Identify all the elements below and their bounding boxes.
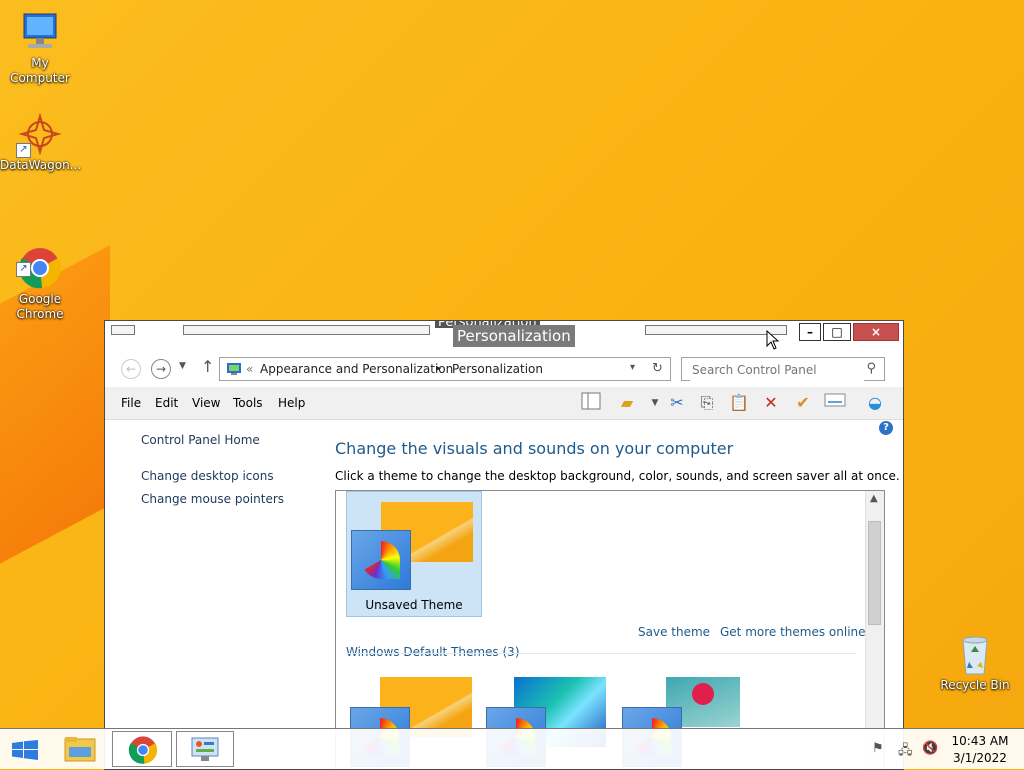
address-row: ← → ▼ ↑ « Appearance and Personalization…: [105, 351, 903, 387]
volume-muted-icon[interactable]: 🔇: [922, 741, 938, 756]
titlebar-ghost: [183, 325, 430, 335]
close-button[interactable]: ×: [853, 323, 899, 341]
file-explorer-icon: [64, 737, 96, 762]
layout-icon[interactable]: [579, 392, 603, 414]
search-box[interactable]: ⚲: [681, 357, 885, 381]
desktop-icon-datawagon[interactable]: ↗ DataWagon...: [0, 112, 82, 173]
desktop-icon-recycle-bin[interactable]: Recycle Bin: [935, 632, 1015, 693]
section-heading: Windows Default Themes (3): [346, 645, 520, 659]
page-heading: Change the visuals and sounds on your co…: [335, 439, 734, 458]
minimize-button[interactable]: –: [799, 323, 821, 341]
menu-edit[interactable]: Edit: [155, 396, 178, 410]
forward-button[interactable]: →: [151, 359, 171, 379]
desktop-icon-label: Recycle Bin: [940, 678, 1010, 692]
breadcrumb-separator-icon[interactable]: ▸: [436, 363, 441, 374]
address-bar[interactable]: « Appearance and Personalization ▸ Perso…: [219, 357, 671, 381]
folder-dropdown-icon[interactable]: ▼: [643, 392, 667, 414]
up-button[interactable]: ↑: [201, 357, 214, 376]
clock-time[interactable]: 10:43 AM: [948, 734, 1012, 748]
search-input[interactable]: [690, 359, 864, 381]
menu-file[interactable]: File: [121, 396, 141, 410]
menu-view[interactable]: View: [192, 396, 220, 410]
shortcut-arrow-icon: ↗: [16, 143, 31, 158]
color-palette-icon: [351, 530, 411, 590]
paste-icon[interactable]: 📋: [727, 392, 751, 414]
desktop-icon-label: DataWagon...: [0, 158, 82, 172]
theme-name: Unsaved Theme: [365, 598, 463, 612]
copy-icon[interactable]: ⎘: [695, 392, 719, 414]
change-desktop-icons-link[interactable]: Change desktop icons: [141, 469, 274, 483]
desktop-icon-label: Google Chrome: [16, 292, 64, 321]
windows-logo-icon: [12, 740, 38, 760]
breadcrumb-appearance[interactable]: Appearance and Personalization: [260, 362, 453, 376]
menu-tools[interactable]: Tools: [233, 396, 263, 410]
scroll-thumb[interactable]: [868, 521, 881, 625]
network-icon[interactable]: 🖧: [898, 741, 913, 763]
chrome-icon: ↗: [16, 231, 62, 289]
titlebar-ghost: [111, 325, 135, 335]
window-title: Personalization: [453, 325, 575, 347]
breadcrumb-personalization[interactable]: Personalization: [452, 362, 543, 376]
chrome-icon: [128, 736, 158, 764]
desktop-icon-label: My Computer: [10, 56, 70, 85]
desktop-icon-google-chrome[interactable]: ↗ Google Chrome: [0, 216, 80, 337]
back-button[interactable]: ←: [121, 359, 141, 379]
control-panel-icon: [227, 363, 241, 375]
cut-icon[interactable]: ✂: [665, 392, 689, 414]
flower-icon: [692, 683, 714, 705]
scroll-up-icon[interactable]: ▲: [870, 493, 878, 504]
control-panel-taskbar-button[interactable]: [176, 731, 234, 767]
delete-icon[interactable]: ✕: [759, 392, 783, 414]
maximize-button[interactable]: □: [823, 323, 851, 341]
control-panel-icon: [191, 737, 219, 761]
checkmark-icon[interactable]: ✔: [791, 392, 815, 414]
shell-icon[interactable]: ◒: [863, 392, 887, 414]
page-subheading: Click a theme to change the desktop back…: [335, 469, 900, 483]
menu-help[interactable]: Help: [278, 396, 305, 410]
refresh-icon[interactable]: ↻: [652, 361, 663, 376]
change-mouse-pointers-link[interactable]: Change mouse pointers: [141, 492, 284, 506]
save-theme-link[interactable]: Save theme: [638, 625, 710, 639]
shortcut-arrow-icon: ↗: [16, 262, 31, 277]
window-titlebar[interactable]: Personalization Personalization – □ ×: [105, 321, 903, 349]
section-divider: [346, 653, 856, 654]
desktop-icon-my-computer[interactable]: My Computer: [0, 10, 80, 86]
datawagon-icon: ↗: [16, 112, 62, 158]
get-more-themes-link[interactable]: Get more themes online: [720, 625, 866, 639]
file-explorer-button[interactable]: [56, 731, 104, 767]
chrome-taskbar-button[interactable]: [112, 731, 172, 767]
personalization-window: Personalization Personalization – □ × ← …: [104, 320, 904, 770]
menu-bar: File Edit View Tools Help ▰ ▼ ✂ ⎘ 📋 ✕ ✔ …: [105, 387, 903, 420]
recycle-bin-icon: [953, 632, 997, 676]
breadcrumb-overflow[interactable]: «: [246, 362, 253, 376]
properties-icon[interactable]: [823, 392, 847, 414]
control-panel-home-link[interactable]: Control Panel Home: [141, 433, 260, 447]
tray-flag-icon[interactable]: ⚑: [872, 741, 884, 756]
mouse-cursor-icon: [766, 330, 780, 350]
start-button[interactable]: [0, 731, 48, 767]
address-dropdown-icon[interactable]: ▾: [630, 362, 635, 373]
taskbar: ⚑ 🖧 🔇 10:43 AM 3/1/2022: [0, 728, 1024, 769]
computer-icon: [18, 10, 62, 54]
recent-pages-chevron-icon[interactable]: ▼: [179, 361, 186, 371]
help-icon[interactable]: ?: [879, 421, 893, 435]
theme-unsaved[interactable]: Unsaved Theme: [346, 491, 482, 617]
clock-date[interactable]: 3/1/2022: [948, 751, 1012, 765]
folder-icon[interactable]: ▰: [615, 392, 639, 414]
search-icon[interactable]: ⚲: [866, 361, 876, 376]
